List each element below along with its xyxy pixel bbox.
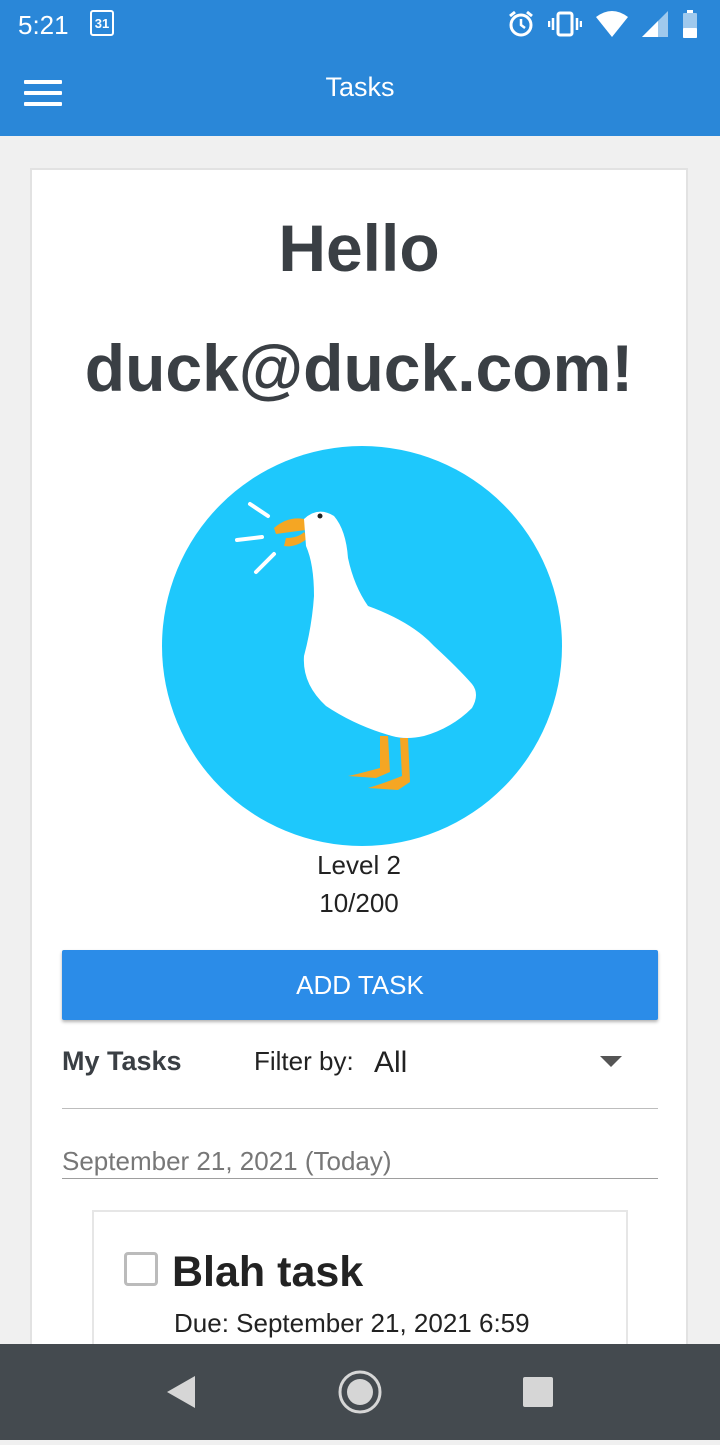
task-title: Blah task — [172, 1248, 364, 1296]
battery-icon — [683, 10, 697, 38]
level-label: Level 2 — [317, 850, 401, 880]
calendar-icon: 31 — [90, 10, 114, 36]
goose-avatar — [162, 446, 562, 846]
alarm-icon — [509, 10, 533, 37]
task-due-date: Due: September 21, 2021 6:59 — [174, 1308, 530, 1338]
divider — [62, 1178, 658, 1179]
task-checkbox[interactable] — [124, 1252, 158, 1286]
add-task-button[interactable]: ADD TASK — [62, 950, 658, 1020]
xp-progress: 10/200 — [319, 888, 399, 918]
app-bar: Tasks — [0, 50, 720, 136]
user-email: duck@duck.com! — [84, 331, 634, 405]
filter-dropdown[interactable]: All — [374, 1042, 628, 1084]
page-title: Tasks — [325, 72, 395, 102]
status-bar: 5:21 31 — [0, 0, 720, 50]
signal-icon — [642, 11, 668, 37]
filter-label: Filter by: — [254, 1046, 354, 1076]
chevron-down-icon — [600, 1056, 622, 1067]
my-tasks-heading: My Tasks — [62, 1046, 182, 1076]
system-icons — [508, 10, 698, 38]
profile-card: Hello duck@duck.com! Level 2 10/200 ADD … — [30, 168, 688, 1410]
task-group-date: September 21, 2021 (Today) — [62, 1146, 392, 1176]
wifi-icon — [596, 11, 628, 37]
filter-value: All — [374, 1046, 408, 1079]
system-nav-bar — [0, 1344, 720, 1440]
home-icon[interactable] — [310, 1344, 410, 1440]
vibrate-icon — [548, 11, 582, 37]
divider — [62, 1108, 658, 1109]
recents-icon[interactable] — [488, 1344, 588, 1440]
greeting: Hello — [278, 211, 440, 285]
back-icon[interactable] — [130, 1344, 230, 1440]
status-time: 5:21 — [18, 10, 69, 40]
